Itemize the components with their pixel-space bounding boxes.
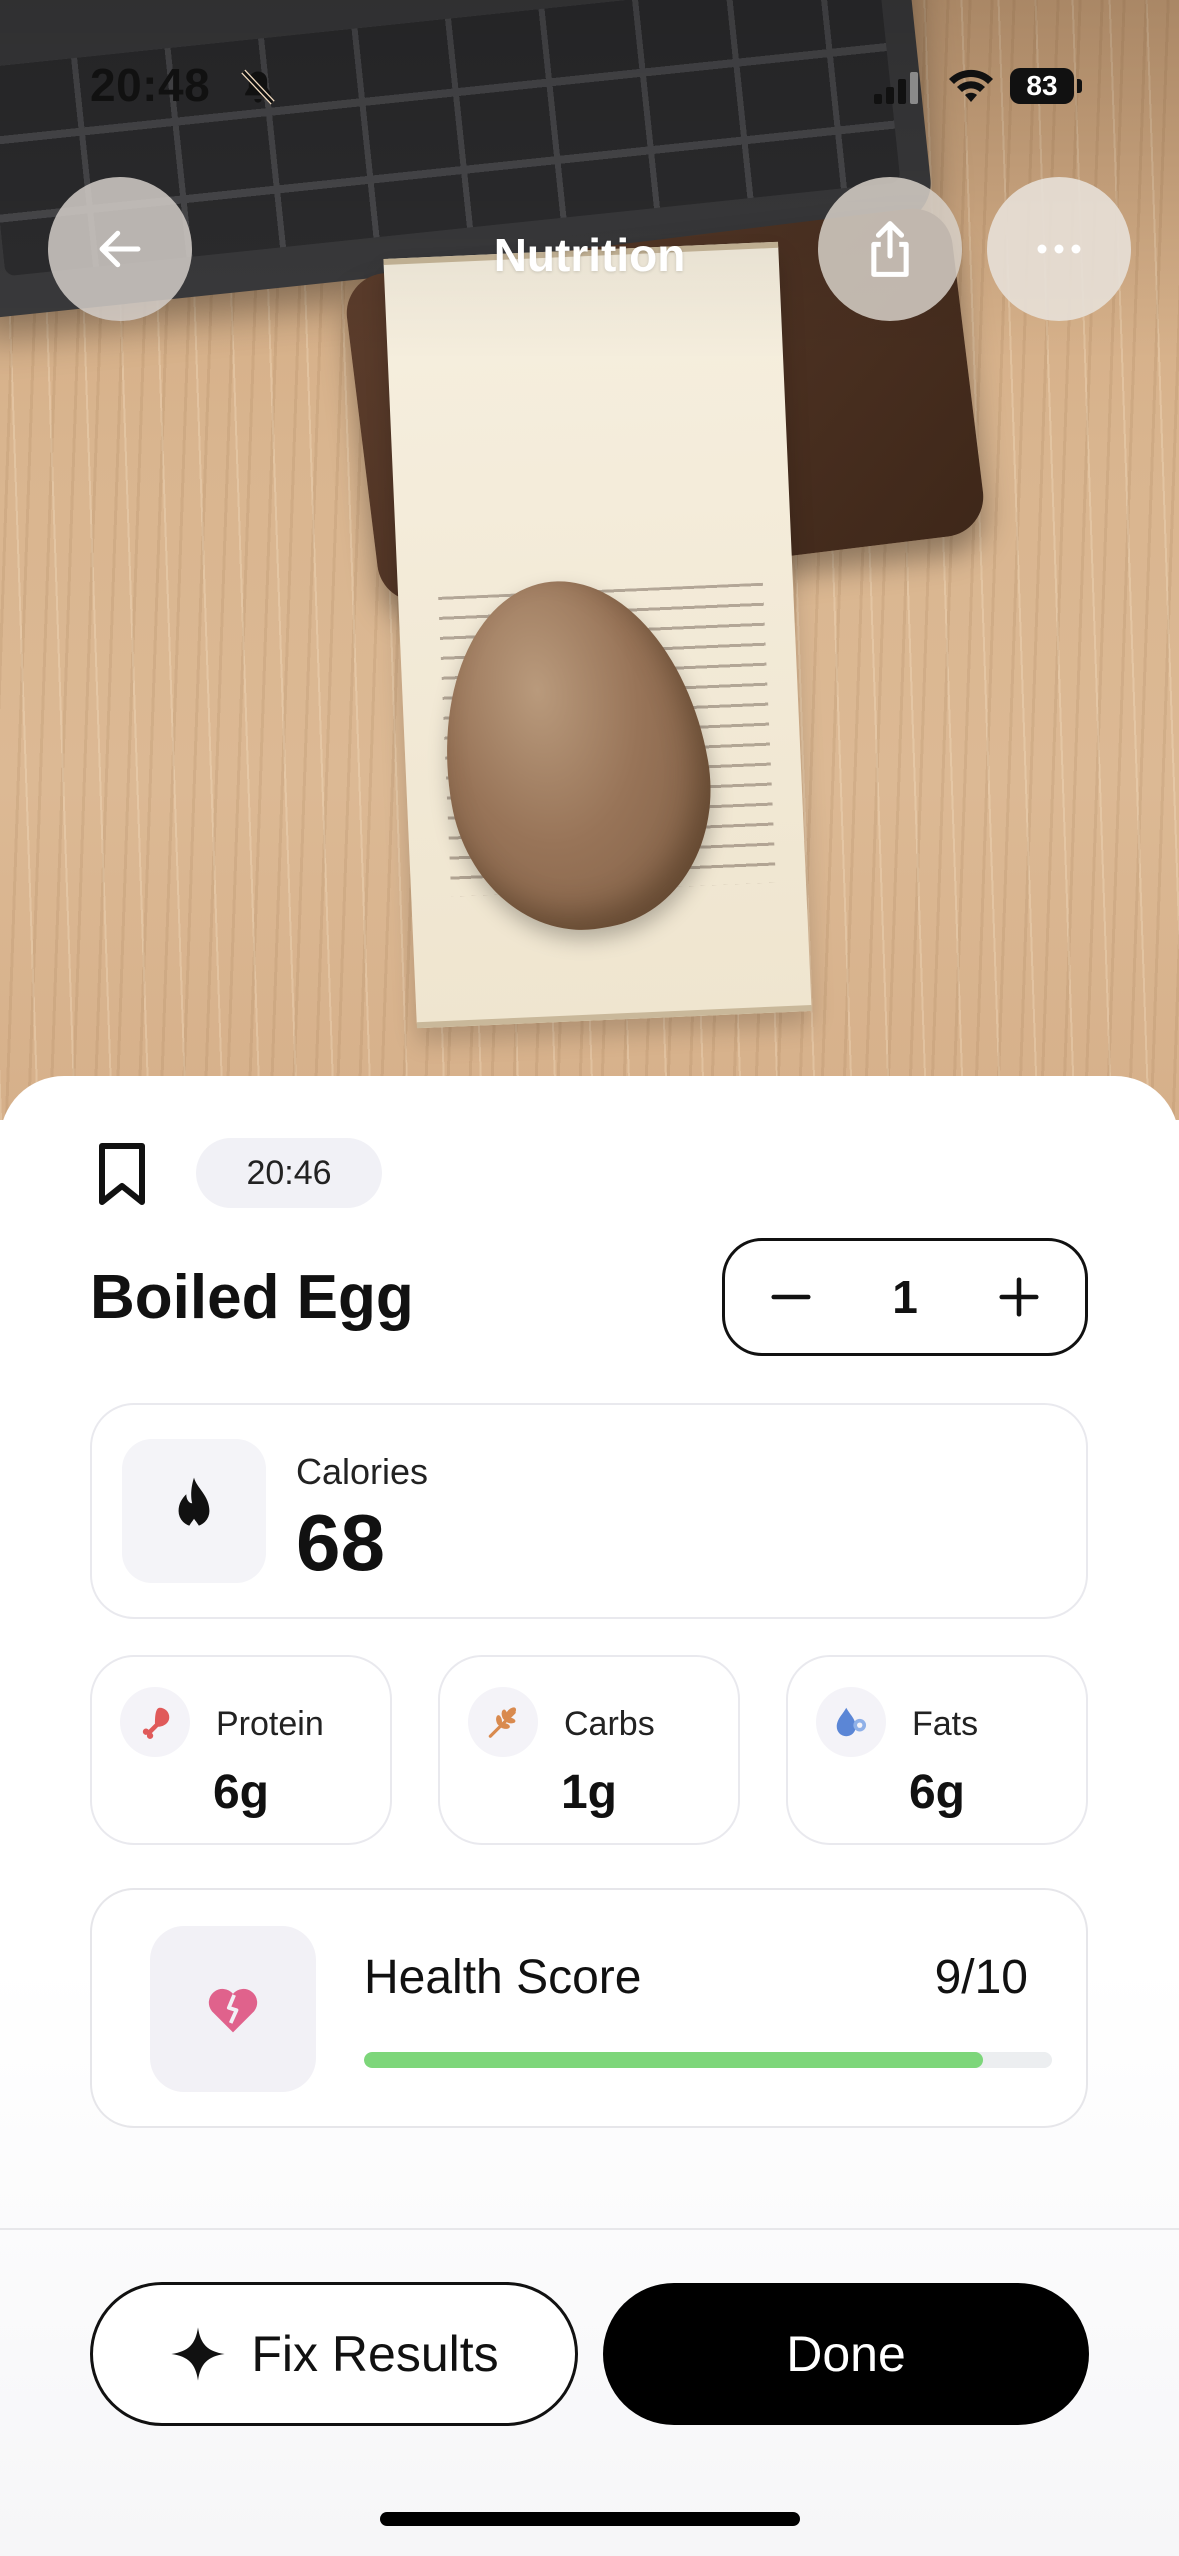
fix-results-button[interactable]: Fix Results xyxy=(90,2282,578,2426)
minus-icon xyxy=(771,1294,811,1300)
fats-value: 6g xyxy=(908,1766,965,1819)
fix-results-label: Fix Results xyxy=(251,2326,499,2382)
calories-icon-box xyxy=(122,1439,266,1583)
decrease-quantity-button[interactable] xyxy=(767,1273,815,1321)
fats-label: Fats xyxy=(912,1705,979,1743)
battery-level: 83 xyxy=(1026,70,1058,101)
carbs-card[interactable]: Carbs 1g xyxy=(438,1655,740,1845)
health-score-card[interactable]: Health Score 9/10 xyxy=(90,1888,1088,2128)
cellular-signal-icon xyxy=(874,72,918,104)
sparkle-icon xyxy=(171,2327,225,2381)
share-button[interactable] xyxy=(818,177,962,321)
protein-icon-box xyxy=(120,1687,190,1757)
carbs-icon-box xyxy=(468,1687,538,1757)
protein-label: Protein xyxy=(216,1705,324,1743)
quantity-value: 1 xyxy=(892,1271,918,1323)
battery-icon: 83 xyxy=(1010,68,1074,104)
calories-card[interactable]: Calories 68 xyxy=(90,1403,1088,1619)
status-time: 20:48 xyxy=(90,59,211,111)
protein-card[interactable]: Protein 6g xyxy=(90,1655,392,1845)
divider xyxy=(0,2228,1179,2230)
ellipsis-icon xyxy=(1037,244,1081,254)
drumstick-icon xyxy=(142,1707,170,1739)
fats-card[interactable]: Fats 6g xyxy=(786,1655,1088,1845)
wheat-icon xyxy=(488,1707,517,1738)
health-score-label: Health Score xyxy=(364,1951,642,2004)
calories-label: Calories xyxy=(296,1451,429,1492)
protein-value: 6g xyxy=(212,1766,269,1819)
health-score-bar xyxy=(364,2052,1052,2068)
status-bar: 20:48 83 xyxy=(0,0,1179,170)
plus-icon xyxy=(999,1277,1039,1317)
entry-time: 20:46 xyxy=(246,1153,332,1192)
quantity-stepper: 1 xyxy=(722,1238,1088,1356)
health-score-fill xyxy=(364,2052,984,2068)
done-label: Done xyxy=(786,2326,906,2382)
home-indicator xyxy=(380,2512,800,2526)
oil-drop-icon xyxy=(836,1707,867,1737)
share-icon xyxy=(871,221,909,277)
calories-value: 68 xyxy=(296,1498,385,1587)
carbs-value: 1g xyxy=(560,1766,617,1819)
flame-icon xyxy=(178,1477,210,1537)
carbs-label: Carbs xyxy=(564,1705,655,1743)
increase-quantity-button[interactable] xyxy=(995,1273,1043,1321)
more-options-button[interactable] xyxy=(987,177,1131,321)
bookmark-icon[interactable] xyxy=(94,1142,150,1206)
entry-time-badge: 20:46 xyxy=(196,1138,382,1208)
bell-slash-icon xyxy=(241,69,275,105)
heart-icon xyxy=(208,1988,258,2033)
fats-icon-box xyxy=(816,1687,886,1757)
done-button[interactable]: Done xyxy=(603,2283,1089,2425)
health-score-value: 9/10 xyxy=(934,1951,1028,2004)
health-icon-box xyxy=(150,1926,316,2092)
food-name: Boiled Egg xyxy=(90,1263,414,1332)
wifi-icon xyxy=(949,69,993,102)
